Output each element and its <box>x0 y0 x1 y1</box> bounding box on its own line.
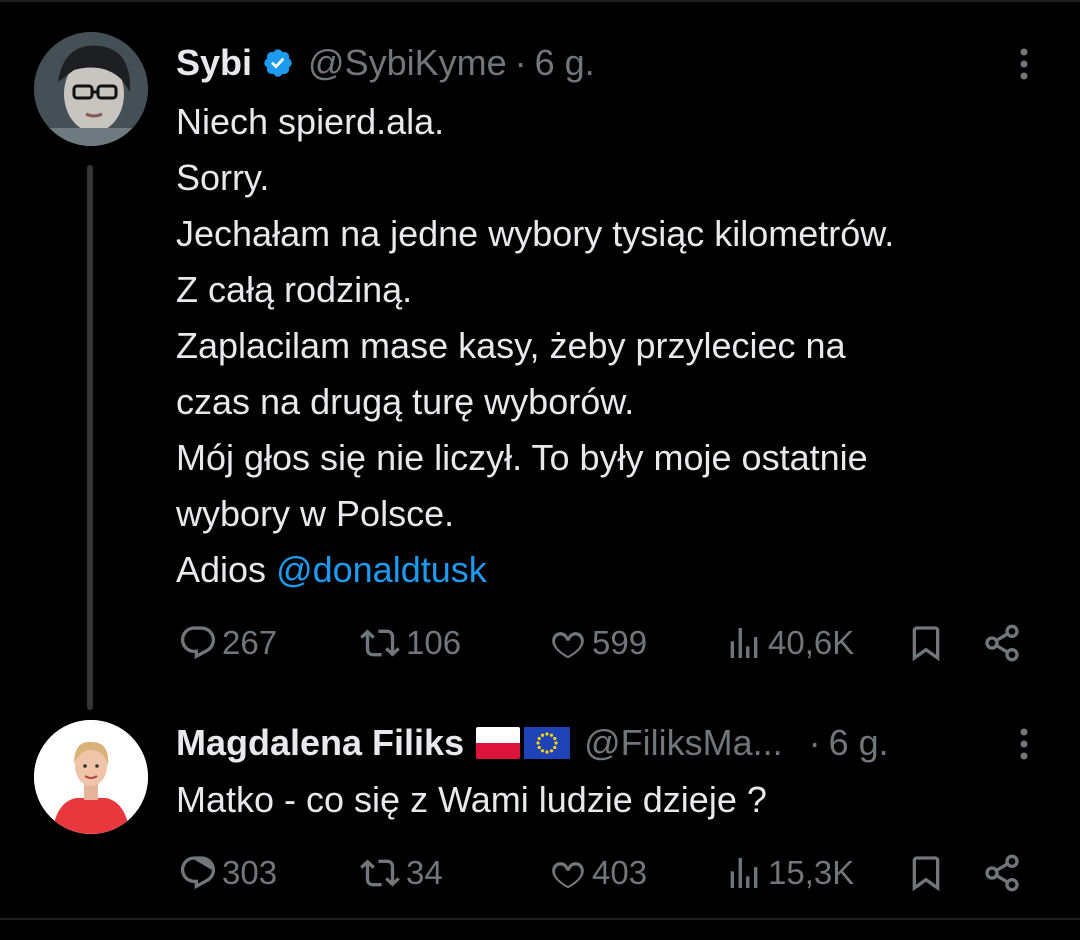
share-icon <box>985 624 1019 662</box>
tweet-text-line: czas na drugą turę wyborów. <box>176 381 635 422</box>
share-button[interactable] <box>982 848 1022 898</box>
views-button[interactable]: 15,3K <box>722 848 854 898</box>
tweet-text-line: Matko - co się z Wami ludzie dzieje ? <box>176 779 767 820</box>
bookmark-button[interactable] <box>906 618 946 668</box>
poland-flag-icon <box>476 727 521 759</box>
more-options-icon[interactable] <box>1012 44 1036 84</box>
retweet-button[interactable]: 34 <box>356 848 443 898</box>
like-count: 599 <box>592 624 648 661</box>
eu-flag-icon <box>524 727 571 759</box>
timestamp[interactable]: 6 g. <box>535 42 595 84</box>
views-button[interactable]: 40,6K <box>722 618 854 668</box>
tweet-text-line: Niech spierd.ala. <box>176 101 445 142</box>
more-options-icon[interactable] <box>1012 724 1036 764</box>
like-count: 403 <box>592 854 648 891</box>
views-icon <box>730 628 758 658</box>
verified-badge-icon <box>262 47 294 79</box>
reply-button[interactable]: 303 <box>176 848 277 898</box>
tweet[interactable]: Magdalena Filiks @FiliksMa... · 6 g. Mat… <box>0 700 1080 920</box>
bookmark-button[interactable] <box>906 848 946 898</box>
avatar-photo <box>34 720 148 834</box>
retweet-count: 34 <box>406 854 443 891</box>
tweet-header: Magdalena Filiks @FiliksMa... · 6 g. <box>176 718 889 768</box>
avatar[interactable] <box>34 720 148 834</box>
name-emoji-flags <box>476 727 571 759</box>
tweet-text-line: wybory w Polsce. <box>176 493 455 534</box>
timestamp[interactable]: 6 g. <box>829 722 889 764</box>
like-button[interactable]: 599 <box>546 618 647 668</box>
bottom-divider <box>0 918 1080 920</box>
bookmark-icon <box>912 856 940 892</box>
tweet-header: Sybi @SybiKyme · 6 g. <box>176 38 595 88</box>
reply-icon <box>180 856 216 890</box>
avatar-photo <box>34 32 148 146</box>
views-count: 40,6K <box>768 624 855 661</box>
separator-dot: · <box>514 42 527 83</box>
tweet-text-line: Zaplacilam mase kasy, żeby przyleciec na <box>176 325 846 366</box>
views-count: 15,3K <box>768 854 855 891</box>
reply-count: 303 <box>222 854 278 891</box>
reply-count: 267 <box>222 624 278 661</box>
tweet-text-line: Z całą rodziną. <box>176 269 413 310</box>
tweet-text-line: Mój głos się nie liczył. To były moje os… <box>176 437 868 478</box>
retweet-icon <box>360 629 400 657</box>
tweet-text: Niech spierd.ala. Sorry. Jechałam na jed… <box>176 94 1056 598</box>
tweet-text-line: Jechałam na jedne wybory tysiąc kilometr… <box>176 213 895 254</box>
tweet-text-prefix: Adios <box>176 549 277 590</box>
share-button[interactable] <box>982 618 1022 668</box>
retweet-icon <box>360 859 400 887</box>
bookmark-icon <box>912 626 940 662</box>
reply-icon <box>180 626 216 660</box>
action-bar: 303 34 403 15,3K <box>176 848 1036 898</box>
tweet-text-line: Sorry. <box>176 157 270 198</box>
separator-dot: · <box>808 722 821 763</box>
display-name[interactable]: Sybi <box>176 42 252 84</box>
avatar[interactable] <box>34 32 148 146</box>
retweet-button[interactable]: 106 <box>356 618 461 668</box>
share-icon <box>985 854 1019 892</box>
tweet[interactable]: Sybi @SybiKyme · 6 g. Niech spierd.ala. … <box>0 0 1080 710</box>
retweet-count: 106 <box>406 624 462 661</box>
heart-icon <box>552 862 584 889</box>
tweet-text-line: Adios @donaldtusk <box>176 542 1056 598</box>
thread-line <box>87 165 93 710</box>
heart-icon <box>552 632 584 659</box>
handle[interactable]: @FiliksMa... <box>584 722 783 764</box>
views-icon <box>730 858 758 888</box>
reply-button[interactable]: 267 <box>176 618 277 668</box>
action-bar: 267 106 599 40,6K <box>176 618 1036 668</box>
tweet-text: Matko - co się z Wami ludzie dzieje ? <box>176 772 1056 828</box>
display-name[interactable]: Magdalena Filiks <box>176 722 464 764</box>
handle[interactable]: @SybiKyme <box>308 42 507 84</box>
like-button[interactable]: 403 <box>546 848 647 898</box>
mention-link[interactable]: @donaldtusk <box>276 549 487 590</box>
